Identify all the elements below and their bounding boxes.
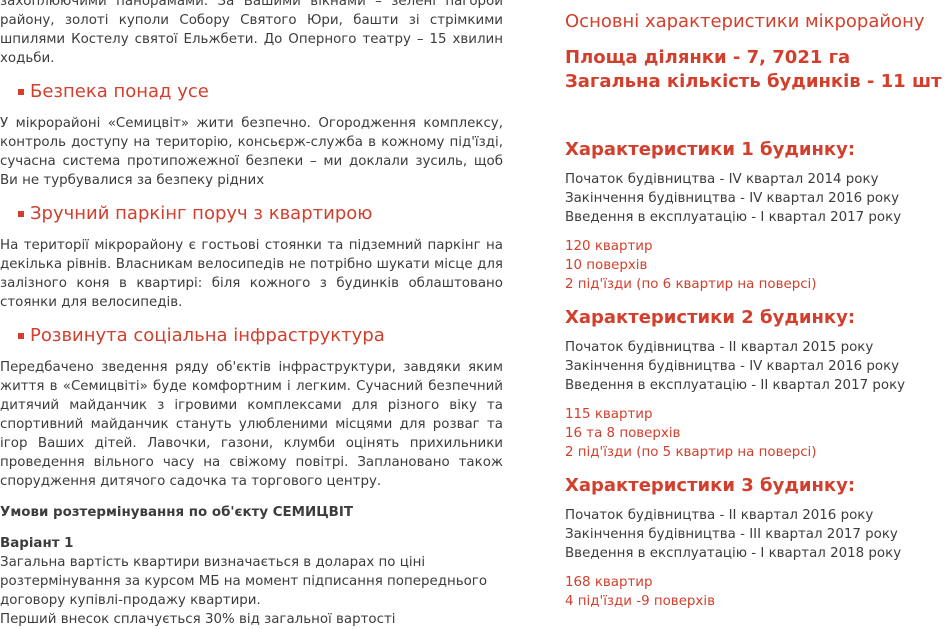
variant-paragraph: Загальна вартість квартири визначається … [0,555,488,608]
parking-paragraph: На території мікрорайону є гостьові стоя… [0,238,503,310]
right-column: Основні характеристики мікрорайону Площа… [565,10,950,611]
building-finish: Закінчення будівництва - IV квартал 2016… [565,359,900,374]
building-start: Початок будівництва - IV квартал 2014 ро… [565,172,879,187]
building-apartments: 120 квартир [565,239,653,254]
building-finish: Закінчення будівництва - IV квартал 2016… [565,191,900,206]
building-commission: Введення в експлуатацію - I квартал 2017… [565,210,902,225]
variant-title: Варіант 1 [0,536,74,551]
section-heading-parking: Зручний паркінг поруч з квартирою [0,202,503,226]
building-title: Характеристики 3 будинку: [565,475,856,496]
section-heading-infrastructure: Розвинута соціальна інфраструктура [0,324,503,348]
building-floors: 4 під'їзди -9 поверхів [565,594,715,609]
characteristics-title: Основні характеристики мікрорайону [565,11,925,32]
building-start: Початок будівництва - II квартал 2016 ро… [565,508,874,523]
conditions-title: Умови розтермінування по об'єкту СЕМИЦВІ… [0,505,353,520]
building-commission: Введення в експлуатацію - II квартал 201… [565,378,906,393]
building-3-block: Характеристики 3 будинку: Початок будівн… [565,474,950,611]
building-entrances: 2 під'їзди (по 5 квартир на поверсі) [565,445,817,460]
building-apartments: 115 квартир [565,407,653,422]
square-bullet-icon [18,211,24,217]
building-finish: Закінчення будівництва - III квартал 201… [565,527,898,542]
section-heading-security: Безпека понад усе [0,80,503,104]
infrastructure-paragraph: Передбачено зведення ряду об'єктів інфра… [0,360,503,489]
building-start: Початок будівництва - II квартал 2015 ро… [565,340,874,355]
building-commission: Введення в експлуатацію - I квартал 2018… [565,546,902,561]
building-floors: 10 поверхів [565,258,648,273]
building-2-block: Характеристики 2 будинку: Початок будівн… [565,306,950,462]
building-1-block: Характеристики 1 будинку: Початок будівн… [565,138,950,294]
building-title: Характеристики 1 будинку: [565,139,856,160]
buildings-total-stat: Загальна кількість будинків - 11 шт [565,71,942,92]
intro-paragraph: захоплюючими панорамами. За Вашими вікна… [0,0,503,66]
building-title: Характеристики 2 будинку: [565,307,856,328]
left-column: захоплюючими панорамами. За Вашими вікна… [0,0,503,629]
building-entrances: 2 під'їзди (по 6 квартир на поверсі) [565,277,817,292]
security-paragraph: У мікрорайоні «Семицвіт» жити безпечно. … [0,116,503,188]
variant-paragraph-cut: Перший внесок сплачується 30% від загаль… [0,612,396,627]
building-floors: 16 та 8 поверхів [565,426,681,441]
square-bullet-icon [18,333,24,339]
area-stat: Площа ділянки - 7, 7021 га [565,47,851,68]
building-apartments: 168 квартир [565,575,653,590]
square-bullet-icon [18,89,24,95]
